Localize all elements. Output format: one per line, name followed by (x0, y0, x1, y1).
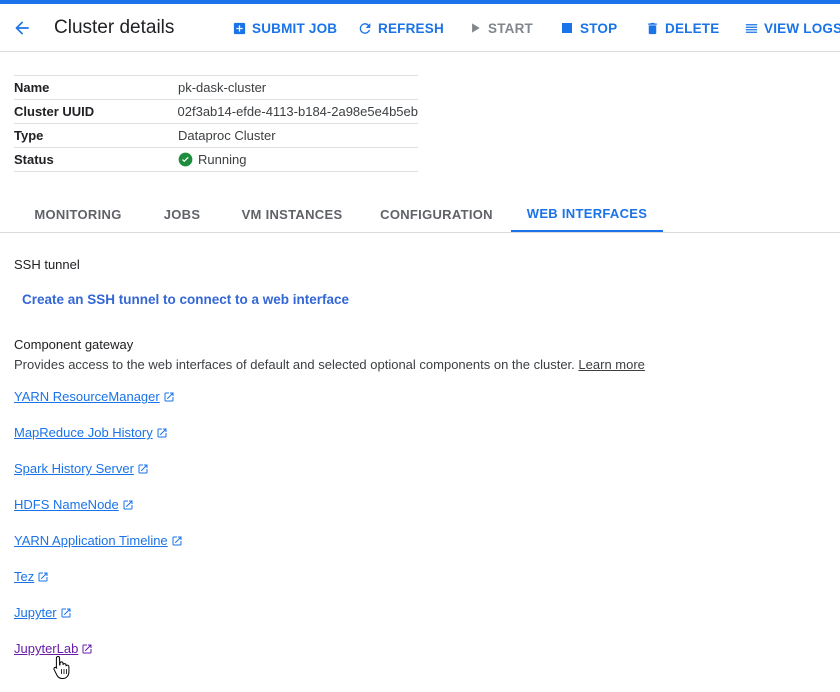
add-box-icon (231, 20, 247, 36)
create-ssh-tunnel-link[interactable]: Create an SSH tunnel to connect to a web… (22, 292, 349, 307)
link-yarn-application-timeline[interactable]: YARN Application Timeline (14, 533, 183, 548)
back-button[interactable] (8, 14, 36, 42)
open-in-new-icon (156, 427, 168, 439)
refresh-icon (357, 20, 373, 36)
link-mapreduce-job-history[interactable]: MapReduce Job History (14, 425, 168, 440)
open-in-new-icon (37, 571, 49, 583)
tab-monitoring[interactable]: MONITORING (14, 196, 142, 232)
tab-bar: MONITORING JOBS VM INSTANCES CONFIGURATI… (0, 196, 840, 233)
arrow-back-icon (15, 21, 29, 35)
status-value: Running (178, 152, 246, 167)
refresh-button[interactable]: REFRESH (357, 18, 444, 38)
detail-row-name: Name pk-dask-cluster (14, 76, 418, 100)
stop-label: STOP (580, 20, 618, 36)
start-label: START (488, 20, 533, 36)
tab-configuration[interactable]: CONFIGURATION (362, 196, 511, 232)
learn-more-link[interactable]: Learn more (578, 357, 644, 372)
stop-button[interactable]: STOP (559, 18, 617, 38)
link-label: Spark History Server (14, 461, 134, 476)
hand-pointer-cursor-icon (53, 655, 71, 679)
tab-web-interfaces[interactable]: WEB INTERFACES (511, 196, 663, 232)
view-logs-button[interactable]: VIEW LOGS (743, 18, 840, 38)
link-label: MapReduce Job History (14, 425, 153, 440)
detail-value: pk-dask-cluster (178, 80, 267, 95)
cluster-details-table: Name pk-dask-cluster Cluster UUID 02f3ab… (14, 75, 418, 172)
detail-key: Status (14, 152, 54, 167)
link-label: Jupyter (14, 605, 57, 620)
list-icon (743, 20, 759, 36)
link-label: YARN Application Timeline (14, 533, 168, 548)
delete-button[interactable]: DELETE (644, 18, 719, 38)
start-button[interactable]: START (467, 18, 533, 38)
detail-key: Type (14, 128, 44, 143)
link-jupyterlab[interactable]: JupyterLab (14, 641, 93, 656)
link-label: YARN ResourceManager (14, 389, 160, 404)
link-tez[interactable]: Tez (14, 569, 49, 584)
link-spark-history-server[interactable]: Spark History Server (14, 461, 149, 476)
status-text: Running (198, 152, 247, 167)
open-in-new-icon (122, 499, 134, 511)
stop-icon (559, 20, 575, 36)
tab-vm-instances[interactable]: VM INSTANCES (222, 196, 362, 232)
link-hdfs-namenode[interactable]: HDFS NameNode (14, 497, 134, 512)
component-gateway-description: Provides access to the web interfaces of… (14, 357, 645, 372)
detail-key: Cluster UUID (14, 104, 95, 119)
open-in-new-icon (81, 643, 93, 655)
trash-icon (644, 20, 660, 36)
page-header: Cluster details SUBMIT JOB REFRESH START… (0, 4, 840, 52)
submit-job-label: SUBMIT JOB (252, 20, 338, 36)
detail-row-type: Type Dataproc Cluster (14, 124, 418, 148)
gateway-description-text: Provides access to the web interfaces of… (14, 357, 575, 372)
link-label: Tez (14, 569, 35, 584)
check-circle-icon (178, 152, 193, 167)
page-title: Cluster details (54, 17, 175, 38)
detail-key: Name (14, 80, 50, 95)
detail-row-status: Status Running (14, 148, 418, 172)
detail-row-uuid: Cluster UUID 02f3ab14-efde-4113-b184-2a9… (14, 100, 418, 124)
link-jupyter[interactable]: Jupyter (14, 605, 72, 620)
refresh-label: REFRESH (378, 20, 444, 36)
ssh-tunnel-heading: SSH tunnel (14, 257, 80, 272)
tab-jobs[interactable]: JOBS (142, 196, 222, 232)
open-in-new-icon (137, 463, 149, 475)
component-gateway-heading: Component gateway (14, 337, 134, 352)
detail-value: 02f3ab14-efde-4113-b184-2a98e5e4b5eb (177, 104, 418, 119)
delete-label: DELETE (665, 20, 720, 36)
link-label: JupyterLab (14, 641, 79, 656)
link-label: HDFS NameNode (14, 497, 119, 512)
open-in-new-icon (60, 607, 72, 619)
detail-value: Dataproc Cluster (178, 128, 276, 143)
open-in-new-icon (171, 535, 183, 547)
submit-job-button[interactable]: SUBMIT JOB (231, 18, 337, 38)
open-in-new-icon (163, 391, 175, 403)
view-logs-label: VIEW LOGS (764, 20, 840, 36)
link-yarn-resourcemanager[interactable]: YARN ResourceManager (14, 389, 175, 404)
play-icon (467, 20, 483, 36)
